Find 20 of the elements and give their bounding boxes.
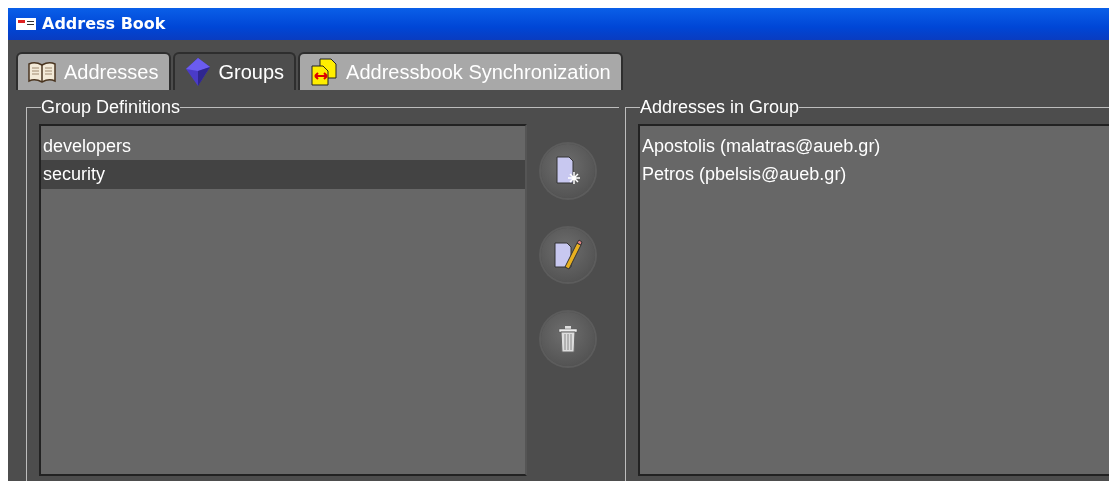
tab[interactable]: Groups: [172, 52, 297, 90]
add-group-button[interactable]: [541, 144, 595, 198]
address-card-icon: [16, 17, 36, 31]
documents-arrow-icon: [310, 58, 339, 86]
list-item[interactable]: Apostolis (malatras@aueb.gr): [640, 132, 1109, 161]
window-title: Address Book: [42, 13, 166, 35]
edit-group-button[interactable]: [541, 228, 595, 282]
list-item[interactable]: developers: [41, 132, 525, 161]
group-label: Addresses in Group: [640, 98, 800, 116]
address-list[interactable]: Apostolis (malatras@aueb.gr) Petros (pbelsis@aueb.gr): [638, 124, 1109, 476]
group-label: Group Definitions: [41, 98, 181, 116]
trash-icon: [558, 325, 578, 353]
group-list[interactable]: developers security: [39, 124, 527, 476]
document-pencil-icon: [553, 239, 583, 271]
book-icon: [28, 61, 56, 83]
new-document-icon: [555, 155, 581, 187]
list-item[interactable]: Petros (pbelsis@aueb.gr): [640, 160, 1109, 189]
delete-group-button[interactable]: [541, 312, 595, 366]
cube-icon: [184, 57, 211, 87]
list-item[interactable]: security: [41, 160, 525, 189]
